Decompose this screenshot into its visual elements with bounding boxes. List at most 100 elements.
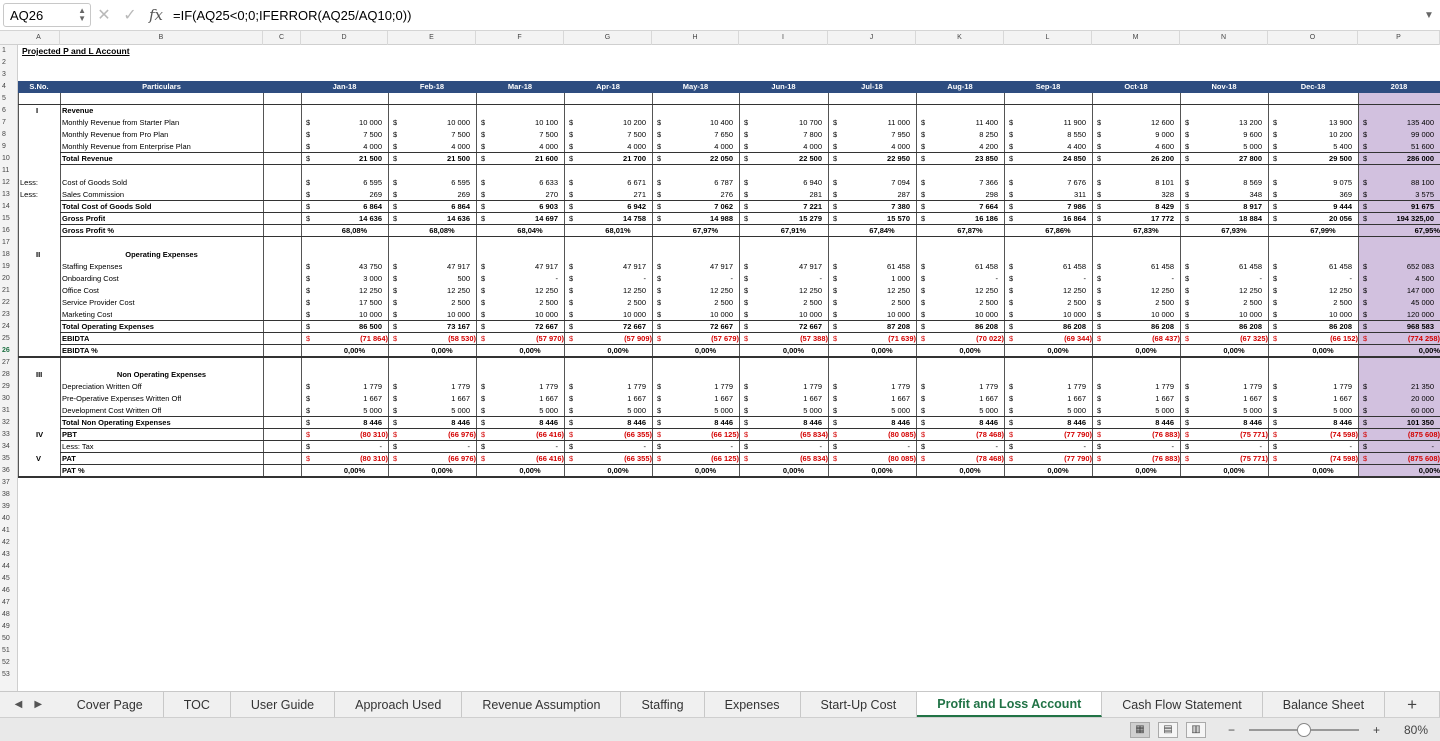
value-cell[interactable]: 500 <box>400 273 470 285</box>
value-cell[interactable]: 12 250 <box>1192 285 1262 297</box>
value-cell[interactable]: 12 250 <box>840 285 910 297</box>
value-cell[interactable]: 47 917 <box>400 261 470 273</box>
row-header[interactable]: 52 <box>0 657 18 669</box>
value-cell[interactable]: 10 700 <box>751 117 822 129</box>
row-header[interactable]: 31 <box>0 405 18 417</box>
column-header-p[interactable]: P <box>1358 31 1440 45</box>
row-header[interactable]: 53 <box>0 669 18 681</box>
zoom-slider[interactable] <box>1248 722 1359 737</box>
value-cell[interactable]: - <box>1016 273 1087 285</box>
row-header[interactable]: 18 <box>0 249 18 261</box>
row-header[interactable]: 16 <box>0 225 18 237</box>
value-cell[interactable]: 1 779 <box>928 381 998 393</box>
page-break-view-icon[interactable]: ▥ <box>1185 721 1206 738</box>
value-cell[interactable]: 12 250 <box>928 285 998 297</box>
value-cell[interactable]: 2 500 <box>928 297 998 309</box>
value-cell[interactable]: 12 250 <box>1016 285 1086 297</box>
value-cell[interactable]: 1 779 <box>313 381 382 393</box>
normal-view-icon[interactable]: ▦ <box>1129 721 1150 738</box>
value-cell[interactable]: 47 917 <box>576 261 646 273</box>
column-header-k[interactable]: K <box>916 31 1004 45</box>
value-cell[interactable]: 2 500 <box>400 297 470 309</box>
zoom-level[interactable]: 80% <box>1404 723 1428 737</box>
cancel-icon[interactable]: ✕ <box>91 5 117 25</box>
value-cell[interactable]: 1 667 <box>664 393 733 405</box>
row-header[interactable]: 24 <box>0 321 18 333</box>
value-cell[interactable]: - <box>488 273 559 285</box>
row-header[interactable]: 2 <box>0 57 18 69</box>
row-header[interactable]: 5 <box>0 93 18 105</box>
tab-approach-used[interactable]: Approach Used <box>335 692 463 717</box>
row-header[interactable]: 39 <box>0 501 18 513</box>
page-layout-view-icon[interactable]: ▤ <box>1157 721 1178 738</box>
row-header[interactable]: 10 <box>0 153 18 165</box>
value-cell[interactable]: 7 500 <box>313 129 382 141</box>
column-header-f[interactable]: F <box>476 31 564 45</box>
tab-user-guide[interactable]: User Guide <box>231 692 336 717</box>
row-header[interactable]: 51 <box>0 645 18 657</box>
tab-profit-and-loss-account[interactable]: Profit and Loss Account <box>917 692 1103 717</box>
sheet-body[interactable]: Projected P and L Account S.No. Particular… <box>18 45 1440 691</box>
value-cell[interactable]: - <box>928 273 999 285</box>
value-cell[interactable]: 10 100 <box>488 117 558 129</box>
next-sheet-icon[interactable]: ▶ <box>34 699 42 710</box>
value-cell[interactable]: 12 250 <box>751 285 822 297</box>
value-cell[interactable]: 8 569 <box>1192 177 1262 189</box>
value-cell[interactable]: 1 779 <box>1280 381 1352 393</box>
tab-toc[interactable]: TOC <box>164 692 231 717</box>
value-cell[interactable]: 6 671 <box>576 177 646 189</box>
row-header[interactable]: 19 <box>0 261 18 273</box>
value-cell[interactable]: - <box>1280 273 1353 285</box>
value-cell[interactable]: 12 600 <box>1104 117 1174 129</box>
spreadsheet-grid[interactable]: ABCDEFGHIJKLMNOP 1 2 3 4 5 6 7 8 9 10 11 12 13 14 15 16… <box>0 31 1440 691</box>
value-cell[interactable]: 1 667 <box>928 393 998 405</box>
value-cell[interactable]: 11 400 <box>928 117 998 129</box>
value-cell[interactable]: 7 500 <box>488 129 558 141</box>
value-cell[interactable]: 6 595 <box>313 177 382 189</box>
value-cell[interactable]: 8 550 <box>1016 129 1086 141</box>
prev-sheet-icon[interactable]: ◀ <box>15 699 23 710</box>
value-cell[interactable]: 652 083 <box>1370 261 1434 273</box>
value-cell[interactable]: 21 350 <box>1370 381 1434 393</box>
value-cell[interactable]: 2 500 <box>840 297 910 309</box>
row-header[interactable]: 1 <box>0 45 18 57</box>
value-cell[interactable]: 6 633 <box>488 177 558 189</box>
value-cell[interactable]: 12 250 <box>1280 285 1352 297</box>
value-cell[interactable]: 10 200 <box>576 117 646 129</box>
value-cell[interactable]: 1 667 <box>1280 393 1352 405</box>
column-header-n[interactable]: N <box>1180 31 1268 45</box>
value-cell[interactable]: 12 250 <box>313 285 382 297</box>
column-header-b[interactable]: B <box>60 31 263 45</box>
value-cell[interactable]: 7 950 <box>840 129 910 141</box>
value-cell[interactable]: 88 100 <box>1370 177 1434 189</box>
value-cell[interactable]: 6 787 <box>664 177 733 189</box>
value-cell[interactable]: 1 667 <box>1104 393 1174 405</box>
row-header[interactable]: 22 <box>0 297 18 309</box>
value-cell[interactable]: - <box>1192 273 1263 285</box>
value-cell[interactable]: 1 779 <box>751 381 822 393</box>
row-header[interactable]: 13 <box>0 189 18 201</box>
row-header[interactable]: 43 <box>0 549 18 561</box>
value-cell[interactable]: 61 458 <box>1192 261 1262 273</box>
value-cell[interactable]: - <box>1104 273 1175 285</box>
row-header[interactable]: 3 <box>0 69 18 81</box>
value-cell[interactable]: 1 667 <box>1016 393 1086 405</box>
column-header-l[interactable]: L <box>1004 31 1092 45</box>
row-header[interactable]: 33 <box>0 429 18 441</box>
row-header[interactable]: 28 <box>0 369 18 381</box>
value-cell[interactable]: 13 200 <box>1192 117 1262 129</box>
value-cell[interactable]: 47 917 <box>664 261 733 273</box>
value-cell[interactable]: 12 250 <box>400 285 470 297</box>
value-cell[interactable]: 43 750 <box>313 261 382 273</box>
row-header[interactable]: 38 <box>0 489 18 501</box>
value-cell[interactable]: 12 250 <box>576 285 646 297</box>
column-header-g[interactable]: G <box>564 31 652 45</box>
column-header-a[interactable]: A <box>18 31 60 45</box>
column-header-o[interactable]: O <box>1268 31 1358 45</box>
row-header[interactable]: 29 <box>0 381 18 393</box>
name-box-stepper-icon[interactable]: ▲ ▼ <box>78 7 86 23</box>
value-cell[interactable]: 7 500 <box>400 129 470 141</box>
tab-start-up-cost[interactable]: Start-Up Cost <box>801 692 918 717</box>
row-header[interactable]: 47 <box>0 597 18 609</box>
row-header[interactable]: 12 <box>0 177 18 189</box>
